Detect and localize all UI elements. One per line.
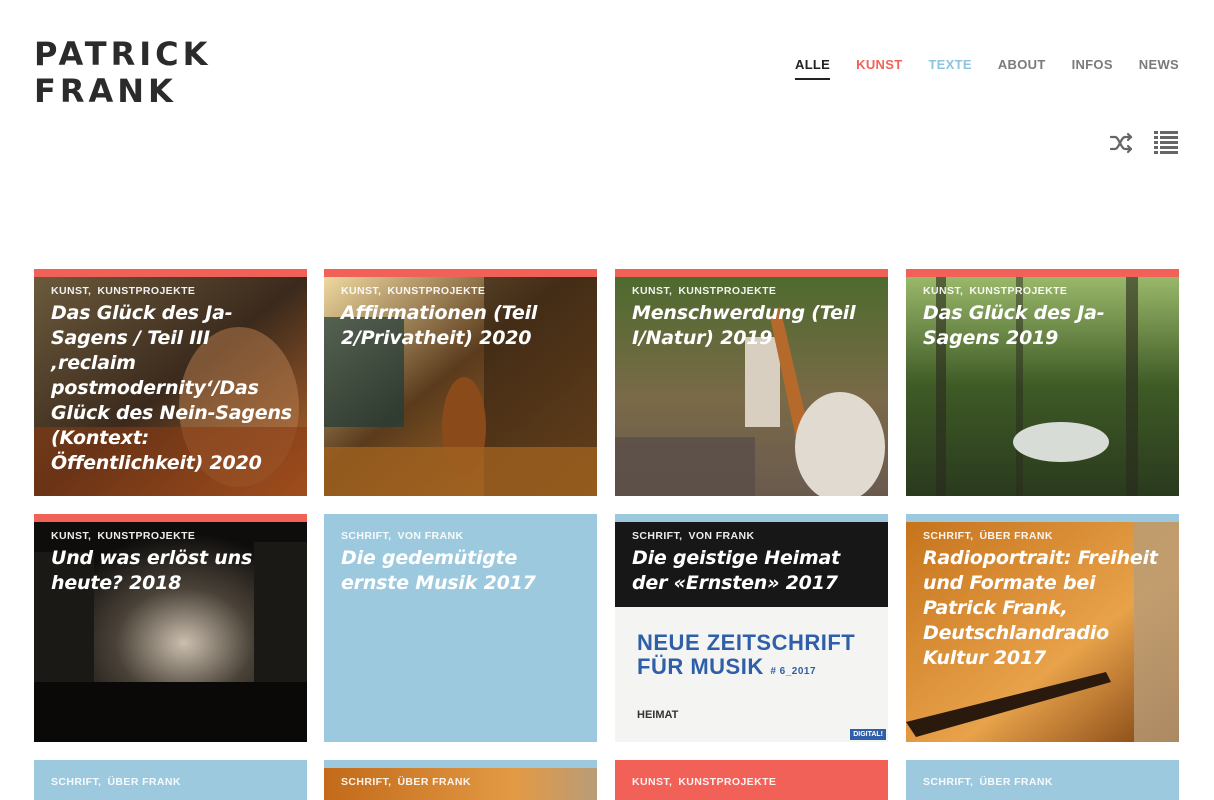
work-tile-row3-2[interactable]: SCHRIFT, ÜBER FRANK bbox=[324, 760, 597, 800]
subcategory-label[interactable]: KUNSTPROJEKTE bbox=[97, 285, 195, 297]
work-tile-row3-1[interactable]: SCHRIFT, ÜBER FRANK bbox=[34, 760, 307, 800]
tile-categories: KUNST, KUNSTPROJEKTE bbox=[632, 285, 874, 297]
tile-info: SCHRIFT, VON FRANK Die geistige Heimat de… bbox=[632, 530, 874, 596]
site-logo[interactable]: PATRICK FRANK bbox=[34, 36, 211, 110]
tile-title: Die geistige Heimat der «Ernsten» 2017 bbox=[632, 547, 840, 594]
nav-news[interactable]: NEWS bbox=[1139, 57, 1179, 80]
work-tile-radioportrait[interactable]: SCHRIFT, ÜBER FRANK Radioportrait: Freihe… bbox=[906, 514, 1179, 742]
category-label[interactable]: SCHRIFT, bbox=[51, 776, 101, 788]
magazine-section: HEIMAT bbox=[637, 709, 679, 721]
category-label[interactable]: SCHRIFT, bbox=[923, 530, 973, 542]
work-tile-affirmationen[interactable]: KUNST, KUNSTPROJEKTE Affirmationen (Teil … bbox=[324, 269, 597, 496]
nav-alle[interactable]: ALLE bbox=[795, 57, 831, 80]
shuffle-icon[interactable] bbox=[1109, 130, 1135, 156]
tile-info: KUNST, KUNSTPROJEKTE Das Glück des Ja-Sag… bbox=[51, 285, 293, 476]
work-tile-glueck-ja-sagens-teil-3[interactable]: KUNST, KUNSTPROJEKTE Das Glück des Ja-Sag… bbox=[34, 269, 307, 496]
subcategory-label[interactable]: ÜBER FRANK bbox=[397, 776, 470, 788]
tile-title: Radioportrait: Freiheit und Formate bei … bbox=[923, 547, 1158, 669]
main-nav: ALLE KUNST TEXTE ABOUT INFOS NEWS bbox=[795, 57, 1179, 80]
tile-title: Menschwerdung (Teil I/Natur) 2019 bbox=[632, 302, 856, 349]
view-tools bbox=[1109, 130, 1179, 156]
tile-title: Das Glück des Ja-Sagens 2019 bbox=[923, 302, 1105, 349]
subcategory-label[interactable]: KUNSTPROJEKTE bbox=[387, 285, 485, 297]
subcategory-label[interactable]: ÜBER FRANK bbox=[979, 776, 1052, 788]
logo-line-1: PATRICK bbox=[34, 35, 212, 73]
magazine-title-line-1: NEUE ZEITSCHRIFT bbox=[637, 630, 856, 655]
tile-title: Die gedemütigte ernste Musik 2017 bbox=[341, 547, 536, 594]
category-label[interactable]: KUNST, bbox=[51, 530, 91, 542]
nav-texte[interactable]: TEXTE bbox=[928, 57, 971, 80]
nav-about[interactable]: ABOUT bbox=[998, 57, 1046, 80]
subcategory-label[interactable]: KUNSTPROJEKTE bbox=[969, 285, 1067, 297]
subcategory-label[interactable]: ÜBER FRANK bbox=[107, 776, 180, 788]
tile-info: KUNST, KUNSTPROJEKTE Menschwerdung (Teil … bbox=[632, 285, 874, 351]
magazine-badge: DIGITAL! bbox=[850, 729, 886, 740]
tile-categories: KUNST, KUNSTPROJEKTE bbox=[51, 530, 293, 542]
tile-categories: SCHRIFT, ÜBER FRANK bbox=[923, 530, 1165, 542]
tile-info: SCHRIFT, ÜBER FRANK bbox=[923, 776, 1165, 792]
tile-categories: SCHRIFT, ÜBER FRANK bbox=[923, 776, 1165, 788]
tile-title: Affirmationen (Teil 2/Privatheit) 2020 bbox=[341, 302, 538, 349]
work-tile-menschwerdung[interactable]: KUNST, KUNSTPROJEKTE Menschwerdung (Teil … bbox=[615, 269, 888, 496]
category-label[interactable]: SCHRIFT, bbox=[632, 530, 682, 542]
magazine-cover: NEUE ZEITSCHRIFT FÜR MUSIK # 6_2017 HEIM… bbox=[615, 607, 888, 742]
category-label[interactable]: KUNST, bbox=[51, 285, 91, 297]
work-tile-geistige-heimat[interactable]: NEUE ZEITSCHRIFT FÜR MUSIK # 6_2017 HEIM… bbox=[615, 514, 888, 742]
category-label[interactable]: KUNST, bbox=[341, 285, 381, 297]
tile-categories: KUNST, KUNSTPROJEKTE bbox=[51, 285, 293, 297]
tile-categories: KUNST, KUNSTPROJEKTE bbox=[341, 285, 583, 297]
category-label[interactable]: SCHRIFT, bbox=[923, 776, 973, 788]
category-label[interactable]: KUNST, bbox=[632, 776, 672, 788]
tile-info: KUNST, KUNSTPROJEKTE Und was erlöst uns h… bbox=[51, 530, 293, 596]
subcategory-label[interactable]: ÜBER FRANK bbox=[979, 530, 1052, 542]
tile-title: Das Glück des Ja-Sagens / Teil III ‚recl… bbox=[51, 302, 292, 474]
work-tile-gedemuetigte-musik[interactable]: SCHRIFT, VON FRANK Die gedemütigte ernste… bbox=[324, 514, 597, 742]
tile-info: SCHRIFT, ÜBER FRANK bbox=[51, 776, 293, 792]
logo-line-2: FRANK bbox=[34, 72, 177, 110]
category-label[interactable]: SCHRIFT, bbox=[341, 776, 391, 788]
list-view-icon[interactable] bbox=[1153, 130, 1179, 156]
nav-infos[interactable]: INFOS bbox=[1072, 57, 1113, 80]
magazine-issue: # 6_2017 bbox=[770, 666, 817, 677]
subcategory-label[interactable]: KUNSTPROJEKTE bbox=[678, 776, 776, 788]
work-tile-row3-4[interactable]: SCHRIFT, ÜBER FRANK bbox=[906, 760, 1179, 800]
tile-info: KUNST, KUNSTPROJEKTE Affirmationen (Teil … bbox=[341, 285, 583, 351]
subcategory-label[interactable]: KUNSTPROJEKTE bbox=[97, 530, 195, 542]
tile-info: KUNST, KUNSTPROJEKTE Das Glück des Ja-Sag… bbox=[923, 285, 1165, 351]
category-label[interactable]: KUNST, bbox=[923, 285, 963, 297]
tile-categories: KUNST, KUNSTPROJEKTE bbox=[632, 776, 874, 788]
subcategory-label[interactable]: VON FRANK bbox=[688, 530, 754, 542]
subcategory-label[interactable]: VON FRANK bbox=[397, 530, 463, 542]
category-label[interactable]: SCHRIFT, bbox=[341, 530, 391, 542]
work-tile-und-was-erloest[interactable]: KUNST, KUNSTPROJEKTE Und was erlöst uns h… bbox=[34, 514, 307, 742]
tile-info: SCHRIFT, VON FRANK Die gedemütigte ernste… bbox=[341, 530, 583, 596]
nav-kunst[interactable]: KUNST bbox=[856, 57, 902, 80]
tile-categories: SCHRIFT, ÜBER FRANK bbox=[51, 776, 293, 788]
tile-info: SCHRIFT, ÜBER FRANK Radioportrait: Freihe… bbox=[923, 530, 1165, 671]
tile-info: SCHRIFT, ÜBER FRANK bbox=[341, 776, 583, 792]
tile-categories: SCHRIFT, VON FRANK bbox=[341, 530, 583, 542]
category-label[interactable]: KUNST, bbox=[632, 285, 672, 297]
tile-title: Und was erlöst uns heute? 2018 bbox=[51, 547, 253, 594]
work-tile-glueck-ja-sagens-2019[interactable]: KUNST, KUNSTPROJEKTE Das Glück des Ja-Sag… bbox=[906, 269, 1179, 496]
magazine-title-line-2: FÜR MUSIK bbox=[637, 654, 764, 679]
tile-info: KUNST, KUNSTPROJEKTE bbox=[632, 776, 874, 792]
subcategory-label[interactable]: KUNSTPROJEKTE bbox=[678, 285, 776, 297]
tile-categories: SCHRIFT, VON FRANK bbox=[632, 530, 874, 542]
tile-categories: KUNST, KUNSTPROJEKTE bbox=[923, 285, 1165, 297]
tile-categories: SCHRIFT, ÜBER FRANK bbox=[341, 776, 583, 788]
work-tile-row3-3[interactable]: KUNST, KUNSTPROJEKTE bbox=[615, 760, 888, 800]
